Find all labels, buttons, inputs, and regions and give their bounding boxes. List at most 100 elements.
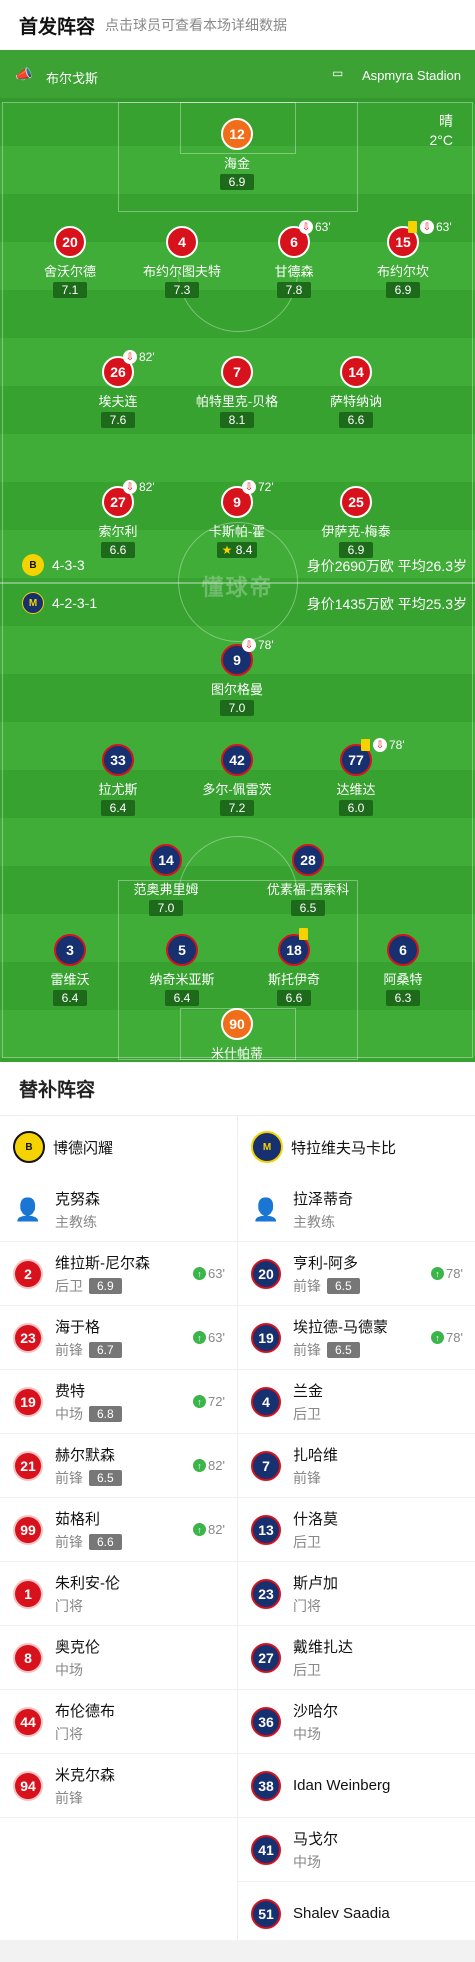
sub-player-row[interactable]: 19 费特 中场 6.8 ↑ 72' xyxy=(0,1370,237,1434)
sub-player-row[interactable]: 41 马戈尔 中场 xyxy=(238,1818,475,1882)
player-events: ⇩ 78' xyxy=(361,738,405,752)
sub-player-row[interactable]: 27 戴维扎达 后卫 xyxy=(238,1626,475,1690)
player-name: 埃夫连 xyxy=(98,394,138,409)
away-player[interactable]: 77 ⇩ 78' 达维达 6.0 xyxy=(301,738,411,817)
sub-player-row[interactable]: 94 米克尔森 前锋 xyxy=(0,1754,237,1818)
player-name: 沙哈尔 xyxy=(293,1702,339,1720)
player-name: 甘德森 xyxy=(274,264,314,279)
home-team-row[interactable]: B 博德闪耀 xyxy=(0,1116,237,1178)
footer-strip xyxy=(0,1940,475,1962)
sub-out-icon: ⇩ xyxy=(242,480,256,494)
sub-player-row[interactable]: 51 Shalev Saadia xyxy=(238,1882,475,1946)
home-player[interactable]: 4 布约尔图夫特 7.3 xyxy=(127,226,237,299)
player-number: 1 xyxy=(13,1578,43,1609)
player-name: 布约尔图夫特 xyxy=(142,264,221,279)
sub-player-row[interactable]: 13 什洛莫 后卫 xyxy=(238,1498,475,1562)
rating-value: 6.9 xyxy=(394,283,412,297)
home-player[interactable]: 12 海金 6.9 xyxy=(182,118,292,191)
home-player[interactable]: 9 ⇩ 72' 卡斯帕-霍 ★ 8.4 xyxy=(182,480,292,559)
away-player[interactable]: 9 ⇩ 78' 图尔格曼 7.0 xyxy=(182,638,292,717)
player-rating: 6.4 xyxy=(165,990,199,1006)
home-player[interactable]: 25 伊萨克-梅泰 6.9 xyxy=(301,486,411,559)
sub-player-row[interactable]: 38 Idan Weinberg xyxy=(238,1754,475,1818)
player-position: 中场 xyxy=(293,1725,321,1742)
player-number: 6 xyxy=(387,934,419,966)
away-formation: M 4-2-3-1 xyxy=(22,592,97,614)
player-rating: 7.3 xyxy=(165,282,199,298)
away-player[interactable]: 42 多尔-佩雷茨 7.2 xyxy=(182,744,292,817)
coach-role: 主教练 xyxy=(55,1213,97,1230)
player-number: 12 xyxy=(221,118,253,150)
away-coach-row[interactable]: 👤 拉泽蒂奇 主教练 xyxy=(238,1178,475,1242)
player-rating: 6.9 xyxy=(339,542,373,558)
player-rating: 6.6 xyxy=(339,412,373,428)
player-name: 奥克伦 xyxy=(55,1638,101,1656)
player-name: 马戈尔 xyxy=(293,1830,339,1848)
sub-player-row[interactable]: 1 朱利安-伦 门将 xyxy=(0,1562,237,1626)
sub-player-row[interactable]: 21 赫尔默森 前锋 6.5 ↑ 82' xyxy=(0,1434,237,1498)
away-player[interactable]: 18 斯托伊奇 6.6 xyxy=(239,928,349,1007)
sub-player-row[interactable]: 36 沙哈尔 中场 xyxy=(238,1690,475,1754)
player-position: 前锋 xyxy=(55,1469,83,1486)
sub-player-row[interactable]: 99 茹格利 前锋 6.6 ↑ 82' xyxy=(0,1498,237,1562)
player-events: ⇩ 72' xyxy=(242,480,274,494)
sub-player-row[interactable]: 20 亨利-阿多 前锋 6.5 ↑ 78' xyxy=(238,1242,475,1306)
player-number: 23 xyxy=(251,1578,281,1609)
away-player[interactable]: 90米什帕蒂6.2 xyxy=(182,1008,292,1062)
player-rating: 6.5 xyxy=(89,1469,122,1486)
substitutes-section: 替补阵容 B 博德闪耀 👤 克努森 主教练 2 维拉斯-尼尔森 后卫 6.9 ↑ 63' 2… xyxy=(0,1062,475,1946)
sub-player-row[interactable]: 23 海于格 前锋 6.7 ↑ 63' xyxy=(0,1306,237,1370)
sub-in-time: ↑ 78' xyxy=(431,1330,463,1345)
home-player[interactable]: 27 ⇩ 82' 索尔利 6.6 xyxy=(63,480,173,559)
player-number: 19 xyxy=(251,1322,281,1353)
sub-in-icon: ↑ xyxy=(193,1523,207,1536)
away-player[interactable]: 33 拉尤斯 6.4 xyxy=(63,744,173,817)
player-number: 20 xyxy=(54,226,86,258)
sub-player-row[interactable]: 8 奥克伦 中场 xyxy=(0,1626,237,1690)
away-player[interactable]: 14 范奥弗里姆 7.0 xyxy=(111,844,221,917)
player-events: ⇩ 78' xyxy=(242,638,274,652)
sub-player-row[interactable]: 44 布伦德布 门将 xyxy=(0,1690,237,1754)
home-player[interactable]: 20 舍沃尔德 7.1 xyxy=(15,226,125,299)
player-number: 23 xyxy=(13,1322,43,1353)
player-number: 44 xyxy=(13,1706,43,1737)
weather: 晴 2°C xyxy=(430,112,454,150)
home-player[interactable]: 6 ⇩ 63' 甘德森 7.8 xyxy=(239,220,349,299)
home-player[interactable]: 14 萨特纳讷 6.6 xyxy=(301,356,411,429)
player-number: 4 xyxy=(166,226,198,258)
sub-player-row[interactable]: 2 维拉斯-尼尔森 后卫 6.9 ↑ 63' xyxy=(0,1242,237,1306)
sub-minute: 78' xyxy=(258,638,274,652)
home-player[interactable]: 15 ⇩ 63' 布约尔坎 6.9 xyxy=(348,220,458,299)
away-player[interactable]: 3 雷维沃 6.4 xyxy=(15,934,125,1007)
sub-in-minute: 72' xyxy=(208,1394,225,1409)
player-position: 前锋 xyxy=(55,1533,83,1550)
player-name: 索尔利 xyxy=(98,524,138,539)
away-subs-column: M 特拉维夫马卡比 👤 拉泽蒂奇 主教练 20 亨利-阿多 前锋 6.5 ↑ 78' 19 埃… xyxy=(237,1116,475,1946)
player-position: 后卫 xyxy=(293,1533,321,1550)
player-position: 后卫 xyxy=(55,1277,83,1294)
player-position: 前锋 xyxy=(293,1341,321,1358)
rating-value: 6.6 xyxy=(347,413,365,427)
rating-value: 7.8 xyxy=(285,283,303,297)
sub-player-row[interactable]: 23 斯卢加 门将 xyxy=(238,1562,475,1626)
star-icon: ★ xyxy=(221,543,236,557)
home-coach-row[interactable]: 👤 克努森 主教练 xyxy=(0,1178,237,1242)
player-name: 伊萨克-梅泰 xyxy=(321,524,391,539)
coach-role: 主教练 xyxy=(293,1213,335,1230)
rating-value: 7.0 xyxy=(228,701,246,715)
player-rating: 7.2 xyxy=(220,800,254,816)
player-name: 阿桑特 xyxy=(383,972,423,987)
rating-value: 6.9 xyxy=(228,175,246,189)
home-player[interactable]: 26 ⇩ 82' 埃夫连 7.6 xyxy=(63,350,173,429)
home-player[interactable]: 7 帕特里克-贝格 8.1 xyxy=(182,356,292,429)
player-number: 5 xyxy=(166,934,198,966)
away-player[interactable]: 5 纳奇米亚斯 6.4 xyxy=(127,934,237,1007)
away-player[interactable]: 6 阿桑特 6.3 xyxy=(348,934,458,1007)
sub-player-row[interactable]: 4 兰金 后卫 xyxy=(238,1370,475,1434)
away-player[interactable]: 28 优素福-西索科 6.5 xyxy=(253,844,363,917)
away-crest-icon: M xyxy=(251,1131,283,1163)
sub-player-row[interactable]: 19 埃拉德-马德蒙 前锋 6.5 ↑ 78' xyxy=(238,1306,475,1370)
sub-in-time: ↑ 72' xyxy=(193,1394,225,1409)
sub-player-row[interactable]: 7 扎哈维 前锋 xyxy=(238,1434,475,1498)
away-team-row[interactable]: M 特拉维夫马卡比 xyxy=(238,1116,475,1178)
